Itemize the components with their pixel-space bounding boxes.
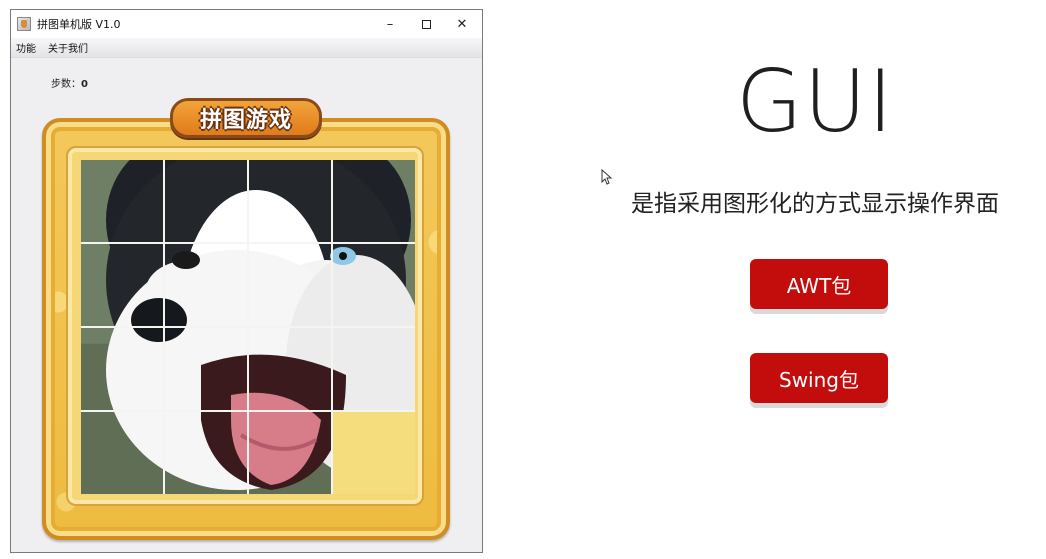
maximize-button[interactable]	[408, 10, 444, 38]
puzzle-tile[interactable]	[249, 412, 331, 494]
title-bar[interactable]: 拼图单机版 V1.0 – ✕	[11, 10, 482, 38]
maximize-icon	[421, 19, 431, 29]
puzzle-tile[interactable]	[249, 328, 331, 410]
puzzle-tile[interactable]	[81, 244, 163, 326]
window-title: 拼图单机版 V1.0	[37, 18, 121, 31]
puzzle-tile[interactable]	[249, 244, 331, 326]
puzzle-tile-image	[249, 160, 331, 242]
puzzle-tile[interactable]	[165, 412, 247, 494]
puzzle-tile[interactable]	[333, 244, 415, 326]
puzzle-tile[interactable]	[249, 160, 331, 242]
step-counter-label: 步数：	[51, 79, 81, 90]
menu-function[interactable]: 功能	[15, 40, 37, 55]
puzzle-tile[interactable]	[333, 328, 415, 410]
puzzle-tile[interactable]	[165, 244, 247, 326]
menu-bar: 功能 关于我们	[11, 38, 482, 58]
swing-package-button[interactable]: Swing包	[750, 353, 888, 403]
puzzle-grid	[81, 160, 415, 494]
slide-title: GUI	[736, 52, 894, 152]
puzzle-tile[interactable]	[165, 328, 247, 410]
awt-package-button[interactable]: AWT包	[750, 259, 888, 309]
game-logo-text: 拼图游戏	[199, 108, 292, 133]
puzzle-tile-image	[165, 160, 247, 242]
puzzle-tile[interactable]	[333, 160, 415, 242]
slide-description: 是指采用图形化的方式显示操作界面	[631, 191, 999, 217]
puzzle-frame	[42, 118, 450, 540]
puzzle-tile[interactable]	[165, 160, 247, 242]
puzzle-tile-image	[81, 160, 163, 242]
game-logo: 拼图游戏	[170, 98, 322, 138]
puzzle-tile-image	[81, 328, 163, 410]
puzzle-tile-image	[81, 244, 163, 326]
mouse-cursor-icon	[601, 169, 613, 185]
java-app-icon	[17, 17, 31, 31]
step-counter-value: 0	[81, 79, 88, 90]
puzzle-tile-image	[165, 412, 247, 494]
menu-about-us[interactable]: 关于我们	[47, 40, 89, 55]
puzzle-tile-image	[333, 328, 415, 410]
puzzle-tile-image	[333, 160, 415, 242]
puzzle-tile-image	[81, 412, 163, 494]
puzzle-tile[interactable]	[81, 160, 163, 242]
puzzle-tile-image	[165, 244, 247, 326]
puzzle-board	[72, 152, 418, 500]
puzzle-tile-image	[249, 244, 331, 326]
puzzle-tile[interactable]	[81, 412, 163, 494]
puzzle-window: 拼图单机版 V1.0 – ✕ 功能 关于我们 步数：0 拼图游戏	[10, 9, 483, 553]
puzzle-tile-image	[333, 244, 415, 326]
puzzle-tile-image	[249, 328, 331, 410]
step-counter: 步数：0	[51, 75, 88, 90]
minimize-button[interactable]: –	[372, 10, 408, 38]
puzzle-tile-image	[249, 412, 331, 494]
puzzle-tile[interactable]	[81, 328, 163, 410]
empty-puzzle-slot[interactable]	[333, 412, 415, 494]
puzzle-tile-image	[165, 328, 247, 410]
close-button[interactable]: ✕	[444, 10, 480, 38]
game-panel: 步数：0 拼图游戏	[11, 58, 482, 552]
